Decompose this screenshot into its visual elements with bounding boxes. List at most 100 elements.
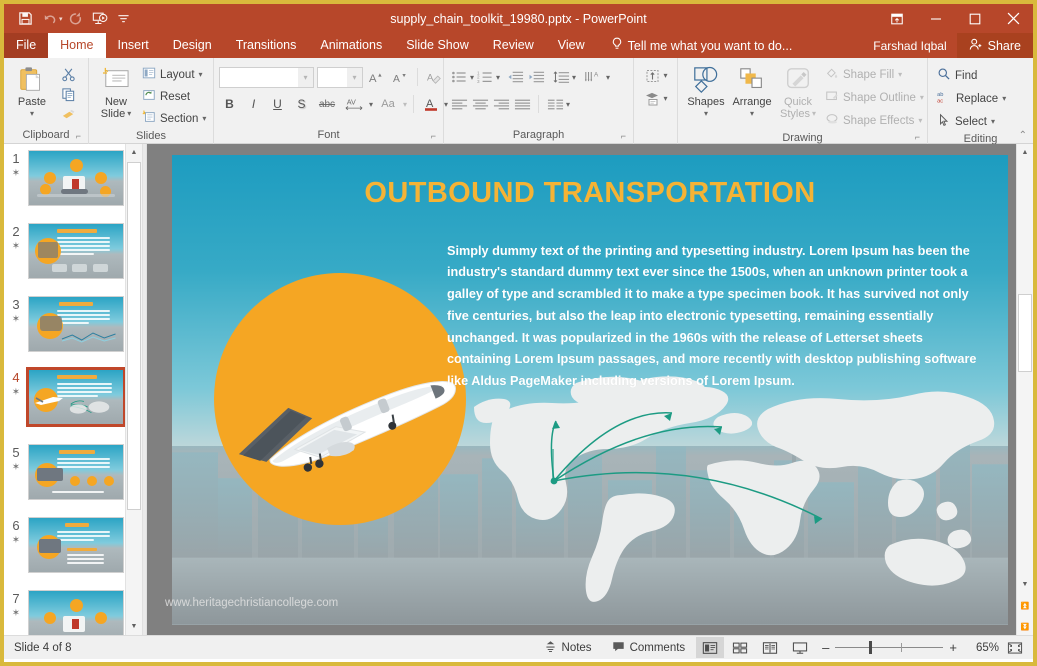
- layout-dropdown-caret[interactable]: ▾: [199, 70, 203, 79]
- strikethrough-button[interactable]: abc: [315, 94, 339, 115]
- ribbon-display-options-icon[interactable]: [877, 4, 916, 33]
- replace-button[interactable]: abac Replace ▾: [933, 88, 1010, 109]
- line-spacing-caret[interactable]: ▾: [572, 73, 576, 82]
- tab-animations[interactable]: Animations: [308, 33, 394, 58]
- font-size-input[interactable]: ▾: [317, 67, 363, 88]
- undo-icon[interactable]: [38, 8, 60, 30]
- slide-show-view-button[interactable]: [786, 637, 814, 658]
- thumbnail-slide-7[interactable]: 7 ✶: [4, 590, 142, 635]
- fit-to-window-button[interactable]: [1001, 637, 1029, 658]
- thumbnail-slide-1[interactable]: 1 ✶: [4, 150, 142, 223]
- tab-design[interactable]: Design: [161, 33, 224, 58]
- slide-title[interactable]: OUTBOUND TRANSPORTATION: [172, 177, 1008, 210]
- minimize-button[interactable]: [916, 4, 955, 33]
- replace-caret[interactable]: ▾: [1002, 94, 1006, 103]
- align-text-caret[interactable]: ▾: [663, 71, 667, 80]
- shape-outline-caret[interactable]: ▾: [920, 93, 924, 102]
- drawing-dialog-launcher[interactable]: ⌐: [915, 130, 920, 144]
- zoom-slider[interactable]: [835, 647, 943, 648]
- decrease-indent-button[interactable]: [505, 67, 525, 88]
- character-spacing-caret[interactable]: ▾: [369, 100, 373, 109]
- zoom-in-button[interactable]: +: [949, 640, 957, 655]
- increase-indent-button[interactable]: [526, 67, 546, 88]
- arrange-caret[interactable]: ▾: [750, 108, 754, 120]
- thumbnail-slide-6[interactable]: 6 ✶: [4, 517, 142, 590]
- save-icon[interactable]: [14, 8, 36, 30]
- paragraph-dialog-launcher[interactable]: ⌐: [621, 129, 626, 143]
- maximize-button[interactable]: [955, 4, 994, 33]
- convert-to-smartart-button[interactable]: [643, 88, 663, 109]
- layout-button[interactable]: Layout ▾: [138, 64, 210, 85]
- font-dialog-launcher[interactable]: ⌐: [431, 129, 436, 143]
- bullets-button[interactable]: [449, 67, 469, 88]
- shape-fill-caret[interactable]: ▾: [898, 70, 902, 79]
- slide-scrollbar[interactable]: ▲ ▼ ⏫ ⏬: [1016, 144, 1033, 635]
- thumbnail-scroll-down-button[interactable]: ▼: [126, 618, 142, 635]
- share-button[interactable]: Share: [957, 33, 1033, 58]
- text-direction-caret[interactable]: ▾: [606, 73, 610, 82]
- character-spacing-button[interactable]: AV: [342, 94, 366, 115]
- slide-scroll-down-button[interactable]: ▼: [1017, 576, 1033, 593]
- text-shadow-button[interactable]: S: [291, 94, 312, 115]
- font-color-button[interactable]: A: [420, 94, 441, 115]
- line-spacing-button[interactable]: [551, 67, 571, 88]
- justify-button[interactable]: [512, 94, 532, 115]
- slideshow-icon[interactable]: [89, 8, 111, 30]
- shape-effects-caret[interactable]: ▾: [918, 116, 922, 125]
- center-button[interactable]: [470, 94, 490, 115]
- columns-button[interactable]: [545, 94, 565, 115]
- collapse-ribbon-button[interactable]: ⌃: [1019, 130, 1027, 141]
- previous-slide-button[interactable]: ⏫: [1017, 597, 1033, 614]
- increase-font-size-button[interactable]: A: [366, 67, 387, 88]
- tab-view[interactable]: View: [546, 33, 597, 58]
- cut-button[interactable]: [55, 64, 81, 84]
- paste-dropdown-caret[interactable]: ▾: [30, 108, 34, 120]
- clipboard-dialog-launcher[interactable]: ⌐: [76, 129, 81, 143]
- shapes-button[interactable]: Shapes ▾: [683, 62, 729, 120]
- reading-view-button[interactable]: [756, 637, 784, 658]
- account-name[interactable]: Farshad Iqbal: [863, 39, 956, 53]
- shape-outline-button[interactable]: Shape Outline ▾: [821, 87, 928, 108]
- undo-dropdown-caret[interactable]: ▾: [59, 15, 63, 23]
- tab-home[interactable]: Home: [48, 33, 105, 58]
- tab-transitions[interactable]: Transitions: [224, 33, 309, 58]
- thumbnail-slide-4[interactable]: 4 ✶: [4, 369, 142, 444]
- customize-qat-icon[interactable]: [113, 8, 135, 30]
- zoom-out-button[interactable]: –: [822, 640, 829, 655]
- reset-button[interactable]: Reset: [138, 86, 210, 107]
- thumbnail-slide-3[interactable]: 3 ✶: [4, 296, 142, 369]
- zoom-level-label[interactable]: 65%: [965, 642, 999, 654]
- smartart-caret[interactable]: ▾: [663, 94, 667, 103]
- font-name-dropdown-caret[interactable]: ▾: [298, 68, 313, 87]
- slide-scroll-up-button[interactable]: ▲: [1017, 144, 1033, 161]
- thumbnail-slide-5[interactable]: 5 ✶: [4, 444, 142, 517]
- normal-view-button[interactable]: [696, 637, 724, 658]
- text-direction-button[interactable]: A: [583, 67, 605, 88]
- thumbnail-slide-2[interactable]: 2 ✶: [4, 223, 142, 296]
- tab-slide-show[interactable]: Slide Show: [394, 33, 481, 58]
- underline-button[interactable]: U: [267, 94, 288, 115]
- quick-styles-caret[interactable]: ▾: [812, 108, 816, 120]
- columns-caret[interactable]: ▾: [566, 100, 570, 109]
- numbering-button[interactable]: 123: [475, 67, 495, 88]
- new-slide-button[interactable]: New Slide ▾: [94, 62, 138, 120]
- align-text-button[interactable]: [643, 65, 663, 86]
- close-button[interactable]: [994, 4, 1033, 33]
- shape-fill-button[interactable]: Shape Fill ▾: [821, 64, 928, 85]
- redo-icon[interactable]: [65, 8, 87, 30]
- copy-button[interactable]: [55, 84, 81, 104]
- thumbnail-scrollbar-thumb[interactable]: [127, 162, 141, 510]
- new-slide-dropdown-caret[interactable]: ▾: [127, 108, 131, 120]
- font-name-input[interactable]: ▾: [219, 67, 314, 88]
- align-left-button[interactable]: [449, 94, 469, 115]
- format-painter-button[interactable]: [55, 104, 81, 124]
- tab-insert[interactable]: Insert: [106, 33, 161, 58]
- clear-formatting-button[interactable]: A: [424, 67, 445, 88]
- font-size-dropdown-caret[interactable]: ▾: [347, 68, 362, 87]
- section-dropdown-caret[interactable]: ▾: [202, 114, 206, 123]
- change-case-button[interactable]: Aa: [376, 94, 400, 115]
- comments-button[interactable]: Comments: [603, 637, 695, 659]
- current-slide[interactable]: OUTBOUND TRANSPORTATION Simply dummy tex…: [172, 155, 1008, 625]
- arrange-button[interactable]: Arrange ▾: [729, 62, 775, 120]
- italic-button[interactable]: I: [243, 94, 264, 115]
